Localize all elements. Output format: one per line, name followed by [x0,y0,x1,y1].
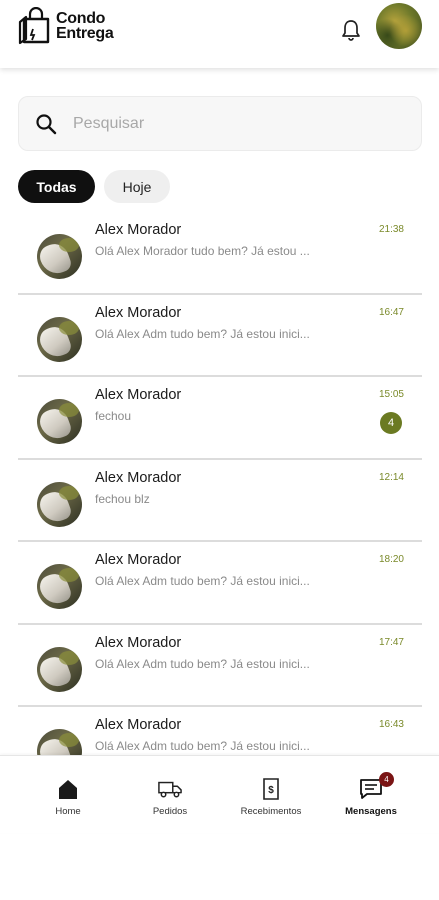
message-preview: fechou [95,409,132,423]
conversation-item[interactable]: Alex Morador Olá Alex Adm tudo bem? Já e… [18,625,422,707]
nav-recebimentos-label: Recebimentos [240,806,302,817]
message-preview: Olá Alex Adm tudo bem? Já estou inici... [95,656,310,671]
nav-home[interactable]: Home [18,756,118,834]
logo-text-line1: Condo [56,10,106,27]
contact-name: Alex Morador [95,387,182,403]
contact-name: Alex Morador [95,552,182,568]
message-preview: Olá Alex Adm tudo bem? Já estou inici... [95,574,310,588]
conversation-item[interactable]: Alex Morador Olá Alex Adm tudo bem? Já e… [18,295,422,377]
message-time: 16:43 [378,719,404,730]
message-time: 15:05 [378,389,404,400]
message-preview: fechou blz [95,491,150,506]
nav-mensagens-label: Mensagens [345,806,397,817]
bell-icon[interactable] [340,18,362,42]
nav-recebimentos[interactable]: $ Recebimentos [221,756,321,834]
search-input[interactable] [73,97,403,150]
conversation-item[interactable]: Alex Morador Olá Alex Adm tudo bem? Já e… [18,542,422,625]
truck-icon [158,781,182,798]
message-time: 18:20 [378,554,404,565]
nav-pedidos[interactable]: Pedidos [120,756,220,834]
message-time: 21:38 [378,224,404,235]
contact-avatar [37,399,82,444]
contact-name: Alex Morador [95,469,182,486]
logo-text-line2: Entrega [56,25,114,42]
message-time: 12:14 [378,471,404,483]
message-time: 17:47 [378,636,404,648]
bottom-navigation: Home Pedidos $ Recebimentos 4 Mensagens [0,755,439,833]
conversation-item[interactable]: Alex Morador fechou 15:05 4 [18,377,422,460]
contact-avatar [37,729,82,755]
contact-name: Alex Morador [95,717,182,733]
conversation-list: Alex Morador Olá Alex Morador tudo bem? … [18,212,422,755]
message-preview: Olá Alex Adm tudo bem? Já estou inici... [95,739,310,753]
profile-avatar[interactable] [376,3,422,49]
contact-name: Alex Morador [95,634,182,651]
contact-name: Alex Morador [95,222,182,238]
home-icon [59,780,77,799]
message-preview: Olá Alex Adm tudo bem? Já estou inici... [95,326,310,341]
app-header: Condo Entrega [0,0,439,68]
contact-avatar [37,316,82,362]
svg-text:$: $ [268,785,274,796]
app-logo[interactable]: Condo Entrega [18,7,114,45]
message-time: 16:47 [378,306,404,318]
nav-pedidos-label: Pedidos [152,806,188,817]
message-preview: Olá Alex Morador tudo bem? Já estou ... [95,244,310,258]
search-bar[interactable] [18,96,422,151]
shopping-bag-icon [18,7,50,45]
receipt-icon: $ [263,778,279,800]
contact-avatar [37,481,82,527]
nav-home-label: Home [55,806,81,817]
conversation-item[interactable]: Alex Morador Olá Alex Adm tudo bem? Já e… [18,707,422,755]
contact-avatar [37,646,82,692]
contact-name: Alex Morador [95,304,182,321]
conversation-item[interactable]: Alex Morador Olá Alex Morador tudo bem? … [18,212,422,295]
contact-avatar [37,234,82,279]
nav-mensagens[interactable]: 4 Mensagens [321,756,421,834]
messages-count-badge: 4 [379,772,394,787]
filter-chip-todas[interactable]: Todas [18,170,95,203]
conversation-item[interactable]: Alex Morador fechou blz 12:14 [18,460,422,542]
unread-badge: 4 [380,412,402,434]
search-icon [36,114,57,135]
filter-chip-hoje[interactable]: Hoje [104,170,170,203]
contact-avatar [37,564,82,609]
